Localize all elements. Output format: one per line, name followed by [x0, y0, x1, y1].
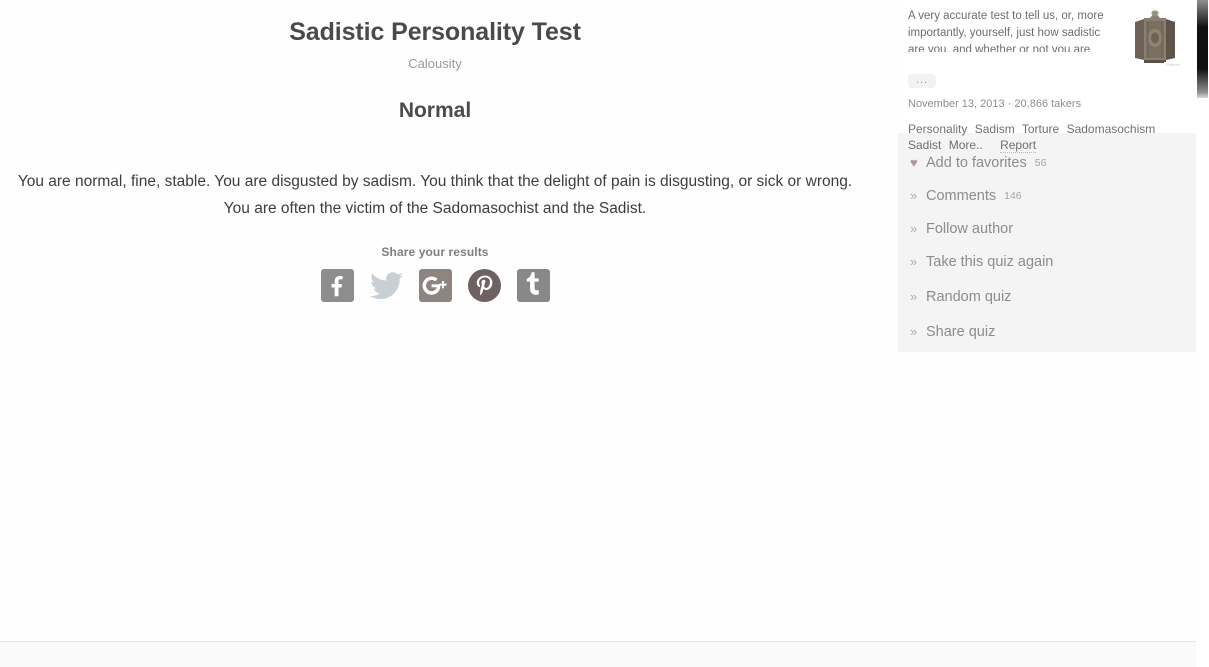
quiz-meta: November 13, 2013 · 20,866 takers: [908, 98, 1186, 110]
pinterest-share-button[interactable]: [467, 269, 501, 302]
favorites-count: 56: [1034, 156, 1047, 169]
result-description: You are normal, fine, stable. You are di…: [17, 173, 853, 217]
retake-quiz-label: Take this quiz again: [926, 253, 1054, 270]
comments-count: 146: [1004, 189, 1022, 202]
quiz-takers: 20,866 takers: [1014, 98, 1082, 110]
share-quiz-label: Share quiz: [926, 323, 996, 340]
random-quiz-label: Random quiz: [926, 288, 1012, 305]
page-title: Sadistic Personality Test: [289, 18, 581, 46]
tag-sadomasochism[interactable]: Sadomasochism: [1067, 122, 1156, 136]
quiz-tags: Personality Sadism Torture Sadomasochism…: [908, 121, 1186, 153]
chevron-right-icon: »: [910, 188, 918, 203]
tag-sadism[interactable]: Sadism: [975, 122, 1015, 136]
follow-author-label: Follow author: [926, 220, 1014, 237]
googleplus-share-button[interactable]: [418, 269, 452, 302]
heart-icon: ♥: [910, 155, 918, 170]
googleplus-icon: [419, 269, 452, 302]
iron-maiden-icon: Premium: [1124, 8, 1186, 70]
follow-author-link[interactable]: » Follow author: [898, 212, 1196, 245]
svg-text:Premium: Premium: [1167, 63, 1180, 67]
chevron-right-icon: »: [910, 324, 918, 339]
random-quiz-link[interactable]: » Random quiz: [898, 280, 1196, 313]
facebook-icon: [321, 269, 354, 302]
chevron-right-icon: »: [910, 254, 918, 269]
pinterest-icon: [468, 269, 501, 302]
tag-personality[interactable]: Personality: [908, 122, 967, 136]
chevron-right-icon: »: [910, 221, 918, 236]
twitter-share-button[interactable]: [369, 269, 403, 302]
quiz-result-column: Sadistic Personality Test Calousity Norm…: [0, 0, 870, 302]
tumblr-share-button[interactable]: [516, 269, 550, 302]
comments-label: Comments: [926, 187, 997, 204]
tag-sadist[interactable]: Sadist: [908, 138, 941, 152]
description-row: A very accurate test to tell us, or, mor…: [908, 8, 1186, 70]
tag-more[interactable]: More..: [949, 138, 983, 152]
quiz-thumbnail[interactable]: Premium: [1124, 8, 1186, 70]
retake-quiz-link[interactable]: » Take this quiz again: [898, 245, 1196, 278]
comments-link[interactable]: » Comments 146: [898, 179, 1196, 212]
scrollbar-thumb[interactable]: [1197, 0, 1208, 98]
share-section: Share your results: [0, 222, 870, 302]
report-link[interactable]: Report: [1000, 138, 1037, 153]
tumblr-icon: [517, 269, 550, 302]
quiz-subtitle: Calousity: [408, 56, 462, 71]
share-icon-row: [0, 269, 870, 302]
twitter-icon: [369, 271, 403, 300]
content-area: Sadistic Personality Test Calousity Norm…: [0, 0, 1196, 641]
page-root: Sadistic Personality Test Calousity Norm…: [0, 0, 1209, 667]
meta-separator: ·: [1007, 98, 1012, 110]
quiz-info-panel: A very accurate test to tell us, or, mor…: [898, 0, 1196, 153]
result-name: Normal: [398, 99, 472, 122]
chevron-right-icon: »: [910, 289, 918, 304]
quiz-actions-panel: ♥ Add to favorites 56 » Comments 146 » F…: [898, 133, 1196, 352]
vertical-scrollbar[interactable]: [1196, 0, 1209, 667]
quiz-date: November 13, 2013: [908, 98, 1005, 110]
add-to-favorites-label: Add to favorites: [926, 154, 1027, 171]
share-quiz-link[interactable]: » Share quiz: [898, 315, 1196, 348]
facebook-share-button[interactable]: [320, 269, 354, 302]
tag-torture[interactable]: Torture: [1022, 122, 1059, 136]
expand-description-button[interactable]: ...: [908, 74, 937, 88]
footer-area: [0, 642, 1196, 667]
quiz-info-sidebar: A very accurate test to tell us, or, mor…: [898, 0, 1196, 352]
share-label: Share your results: [381, 245, 489, 259]
quiz-description: A very accurate test to tell us, or, mor…: [908, 10, 1104, 52]
